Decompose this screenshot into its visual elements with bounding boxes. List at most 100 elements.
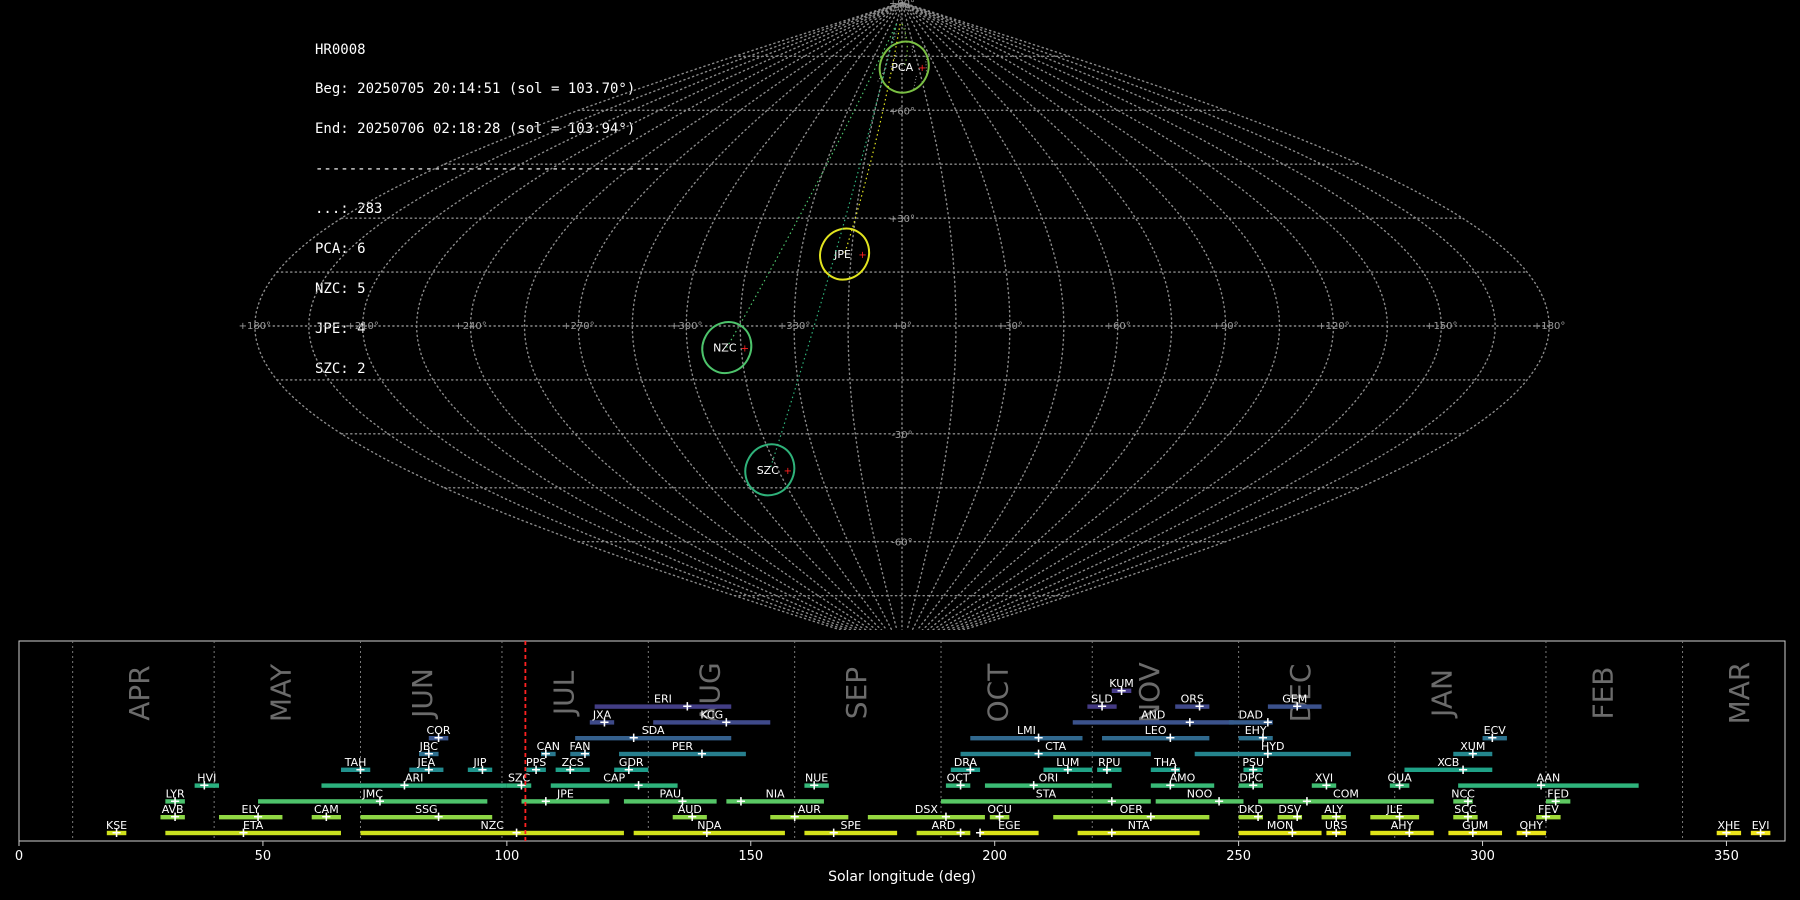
x-tick-label: 100 (494, 849, 519, 864)
map-grid: +180° +150° +120° +90° +60° +30° +0° +330° +300°… (239, 0, 1565, 630)
shower-bar (1750, 830, 1771, 836)
shower-bar (614, 767, 649, 772)
shower-peak-marker: + (1541, 810, 1552, 825)
shower-peak-marker: + (1248, 763, 1259, 778)
x-tick-label: 350 (1714, 849, 1739, 864)
shower-peak-marker: + (721, 715, 732, 730)
shower-label: LYR (166, 787, 185, 800)
shower-bar (1077, 830, 1200, 836)
shower-peak-marker: + (433, 731, 444, 746)
shower-label: SLD (1091, 693, 1113, 706)
shower-bar (1228, 720, 1273, 725)
shower-bar (1087, 704, 1117, 709)
meridian-line (415, 1, 903, 630)
shower-bar (1053, 815, 1210, 820)
shower-bar (160, 815, 185, 820)
shower-bar (1453, 799, 1473, 804)
meridian-line (793, 1, 903, 630)
shower-label: CAM (314, 803, 339, 816)
longitude-label: +330° (778, 321, 810, 332)
shower-label: OCT (947, 772, 970, 785)
longitude-label: +300° (670, 321, 702, 332)
shower-label: STA (1036, 787, 1057, 800)
meridian-line (901, 1, 1496, 630)
shower-bar (989, 815, 1010, 820)
shower-bar (321, 783, 507, 788)
shower-label: SCC (1454, 803, 1477, 816)
shower-peak-marker: + (1287, 826, 1298, 841)
shower-bar (428, 736, 449, 741)
x-tick-label: 300 (1470, 849, 1495, 864)
shower-label: AUD (678, 803, 702, 816)
shower-bar (1043, 767, 1093, 772)
shower-bar (555, 767, 590, 772)
shower-bar (550, 783, 678, 788)
shower-bar (770, 815, 849, 820)
x-tick-label: 200 (982, 849, 1007, 864)
shower-peak-marker: + (238, 826, 249, 841)
shower-label: PSU (1242, 756, 1264, 769)
shower-peak-marker: + (633, 779, 644, 794)
shower-label: JLE (1386, 803, 1403, 816)
shower-bar (1321, 815, 1346, 820)
shower-peak-marker: + (321, 810, 332, 825)
shower-peak-marker: + (433, 810, 444, 825)
month-label: JAN (1426, 669, 1459, 719)
shower-label: NTA (1128, 819, 1150, 832)
shower-bar (1448, 830, 1503, 836)
shower-peak-marker: + (1487, 731, 1498, 746)
shower-peak-marker: + (1214, 794, 1225, 809)
shower-label: ECV (1484, 724, 1507, 737)
shower-label: EHY (1245, 724, 1267, 737)
shower-label: OHY (1519, 819, 1543, 832)
shower-bar (970, 736, 1083, 741)
shower-peak-marker: + (1458, 763, 1469, 778)
shower-bar (340, 767, 371, 772)
shower-label: NCC (1451, 787, 1475, 800)
radiant-trail (769, 23, 898, 470)
latitude-label: -30° (891, 430, 912, 441)
shower-label: JIP (472, 756, 486, 769)
shower-bar (409, 767, 444, 772)
shower-peak-marker: + (701, 826, 712, 841)
shower-bar (804, 783, 829, 788)
shower-peak-marker: + (1262, 747, 1273, 762)
shower-bar (570, 751, 590, 757)
shower-peak-marker: + (940, 810, 951, 825)
shower-bar (1097, 767, 1122, 772)
shower-label: DKD (1239, 803, 1263, 816)
shower-peak-marker: + (1331, 810, 1342, 825)
radiant-label: NZC (713, 342, 737, 355)
shower-peak-marker: + (687, 810, 698, 825)
shower-label: DSX (915, 803, 938, 816)
shower-peak-marker: + (1462, 810, 1473, 825)
shower-bar (945, 783, 971, 788)
shower-peak-marker: + (1394, 810, 1405, 825)
shower-label: AMO (1170, 772, 1196, 785)
shower-bar (165, 830, 341, 836)
shower-label: AAN (1537, 772, 1561, 785)
month-label: DEC (1284, 664, 1317, 723)
radiant-sky-map: +180° +150° +120° +90° +60° +30° +0° +330° +300°… (239, 0, 1565, 630)
shower-peak-marker: + (1301, 794, 1312, 809)
shower-bar (1267, 704, 1322, 709)
shower-label: FEV (1538, 803, 1559, 816)
month-label: MAY (264, 663, 297, 722)
meridian-line (901, 1, 1389, 630)
shower-bar (916, 830, 971, 836)
shower-label: ETA (243, 819, 264, 832)
shower-peak-marker: + (1253, 810, 1264, 825)
shower-peak-marker: + (1033, 731, 1044, 746)
shower-bar (1238, 815, 1264, 820)
shower-label: JEA (416, 756, 435, 769)
shower-bar (1150, 767, 1181, 772)
shower-bar (984, 783, 1112, 788)
x-axis-label: Solar longitude (deg) (828, 869, 976, 885)
x-tick-label: 250 (1226, 849, 1251, 864)
meteor-trail (913, 74, 918, 89)
shower-peak-marker: + (677, 794, 688, 809)
shower-peak-marker: + (1755, 826, 1766, 841)
shower-peak-marker: + (1248, 779, 1259, 794)
shower-label: MON (1267, 819, 1293, 832)
shower-bar (1072, 720, 1234, 725)
